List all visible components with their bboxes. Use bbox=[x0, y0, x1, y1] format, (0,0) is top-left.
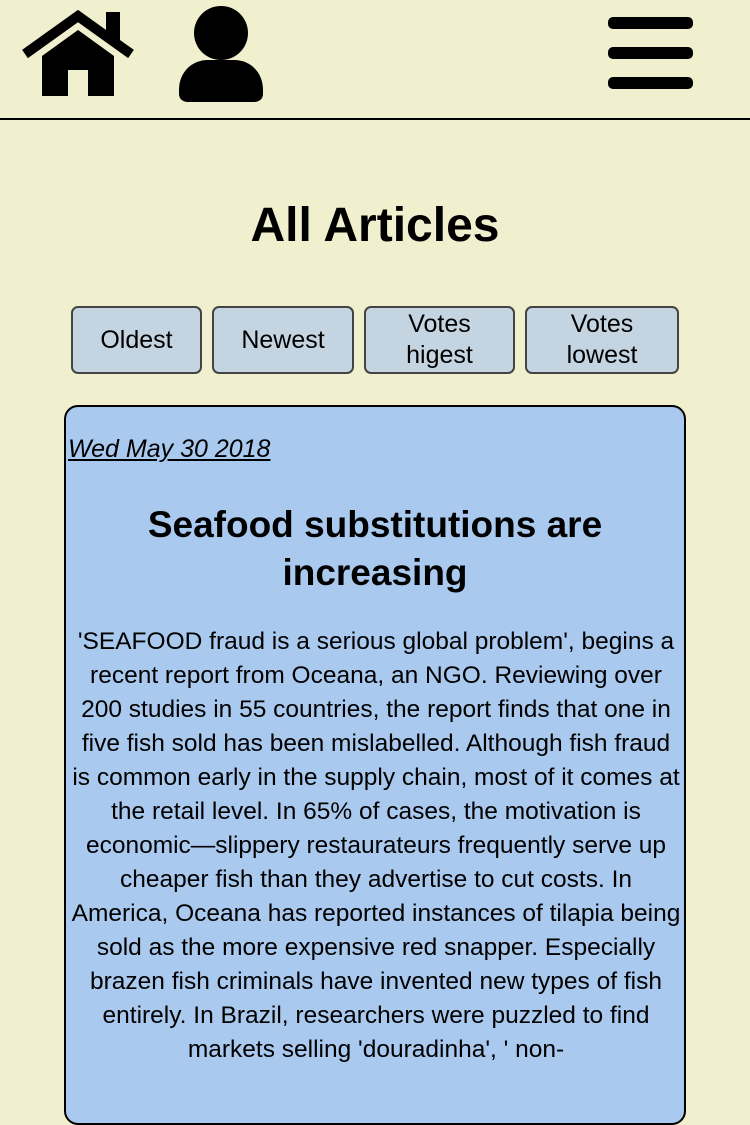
home-icon bbox=[22, 10, 134, 96]
article-date: Wed May 30 2018 bbox=[68, 435, 271, 463]
home-button[interactable] bbox=[22, 10, 134, 100]
profile-button[interactable] bbox=[176, 4, 266, 104]
user-icon bbox=[179, 6, 263, 102]
page-title: All Articles bbox=[250, 199, 500, 252]
sort-votes-highest-button[interactable]: Votes higest bbox=[364, 306, 515, 374]
article-body: 'SEAFOOD fraud is a serious global probl… bbox=[71, 628, 681, 1063]
hamburger-menu-icon bbox=[608, 17, 693, 89]
article-card[interactable]: Wed May 30 2018 Seafood substitutions ar… bbox=[64, 405, 686, 1125]
sort-oldest-button[interactable]: Oldest bbox=[71, 306, 202, 374]
sort-votes-lowest-button[interactable]: Votes lowest bbox=[525, 306, 679, 374]
article-title[interactable]: Seafood substitutions are increasing bbox=[86, 501, 664, 597]
top-nav-bar bbox=[0, 0, 750, 120]
sort-controls: Oldest Newest Votes higest Votes lowest bbox=[0, 306, 750, 374]
menu-button[interactable] bbox=[606, 14, 696, 94]
sort-newest-button[interactable]: Newest bbox=[212, 306, 354, 374]
